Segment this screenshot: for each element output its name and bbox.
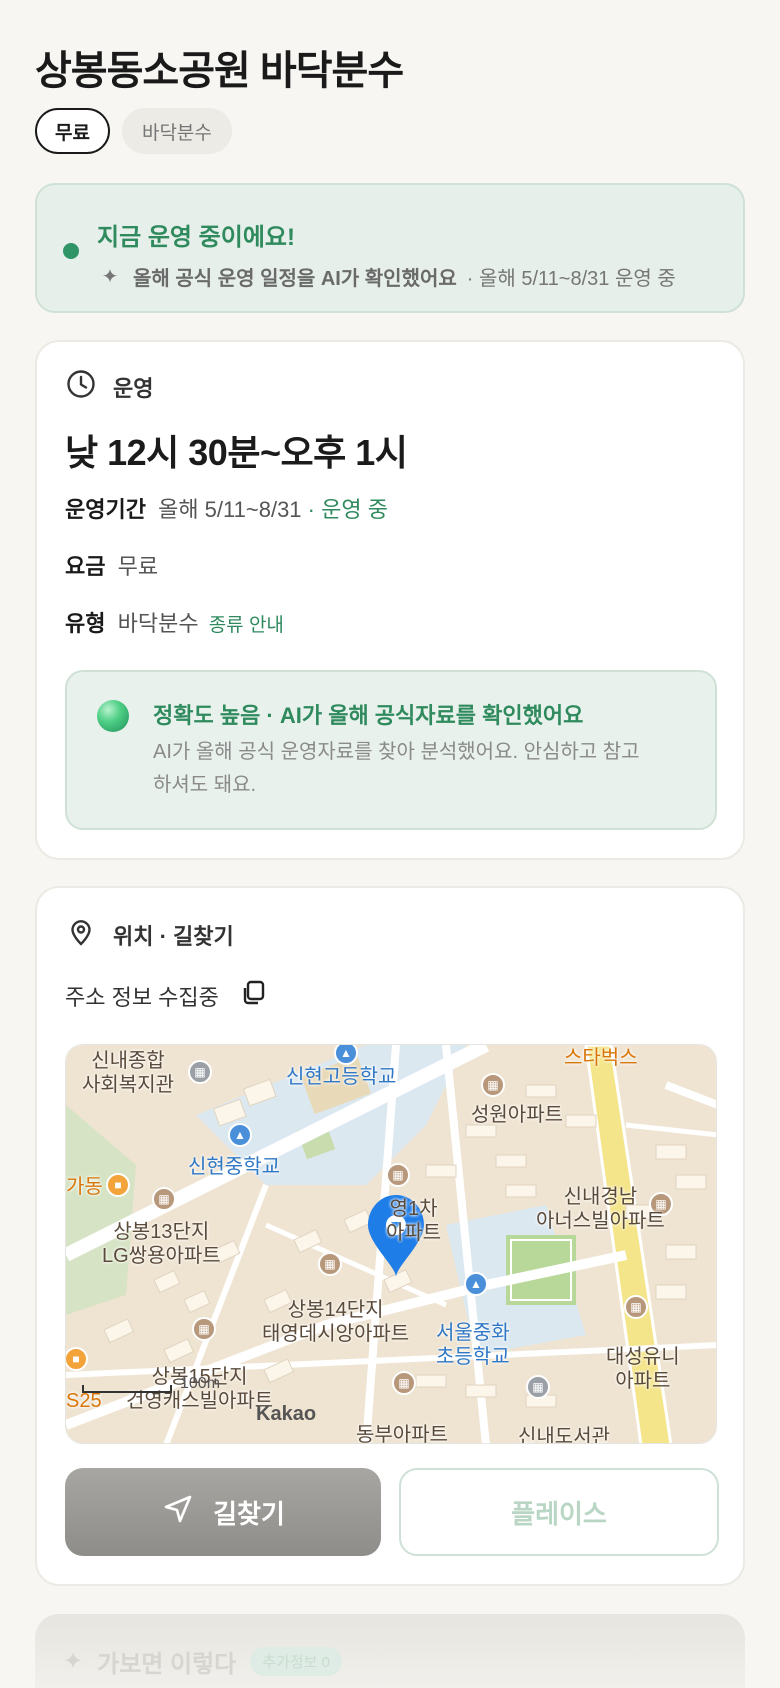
ai-orb-icon [97,700,129,732]
apartment-poi-icon: ▦ [392,1371,416,1395]
location-heading: 위치 · 길찾기 [65,916,234,954]
sparkle-icon: ✦ [63,1648,84,1675]
period-status: · 운영 중 [307,497,388,522]
scale-label: 100m [180,1375,221,1392]
ai-accuracy-description: AI가 올해 공식 운영자료를 찾아 분석했어요. 안심하고 참고하셔도 돼요. [153,741,640,796]
location-card: 위치 · 길찾기 주소 정보 수집중 ▦ ▲ ▦ ▲ ■ ▦ ▦ ▦ ▦ ▲ ▦… [35,886,745,1586]
scale-bar [82,1385,172,1393]
next-section-badge: 추가정보 0 [250,1647,342,1676]
tag-list: 무료 바닥분수 [35,108,232,154]
middle-school-poi-icon: ▲ [228,1123,252,1147]
apartment-poi-icon: ▦ [386,1163,410,1187]
status-period: · 올해 5/11~8/31 운영 중 [466,268,676,290]
fee-value: 무료 [117,554,159,579]
sparkle-icon: ✦ [101,266,119,288]
route-button[interactable]: 길찾기 [65,1468,381,1556]
fee-label: 요금 [65,554,106,579]
store-poi-icon: ■ [66,1347,88,1371]
map-label-gadong: 가동 [66,1176,103,1198]
operation-card: 운영 낮 12시 30분~오후 1시 운영기간 올해 5/11~8/31 · 운… [35,340,745,860]
map-scale: 100m [82,1375,220,1393]
place-button[interactable]: 플레이스 [399,1468,719,1556]
next-section-card: ✦ 가보면 이렇다 추가정보 0 [35,1614,745,1688]
tag-free[interactable]: 무료 [35,108,110,154]
map-label-dongbu: 동부아파트 [356,1424,448,1444]
map-label-welfare: 신내종합 사회복지관 [82,1050,174,1096]
clock-icon [65,368,97,406]
ai-accuracy-box: 정확도 높음 · AI가 올해 공식자료를 확인했어요 AI가 올해 공식 운영… [65,670,717,830]
map-label-apt1: 영1차 아파트 [386,1198,442,1244]
shopping-poi-icon: ■ [106,1173,130,1197]
status-ai-note: 올해 공식 운영 일정을 AI가 확인했어요 [133,268,457,290]
library-poi-icon: ▦ [526,1375,550,1399]
apartment-poi-icon: ▦ [192,1317,216,1341]
elementary-poi-icon: ▲ [464,1272,488,1296]
navigation-arrow-icon [161,1492,195,1533]
map-label-starbucks: 스타벅스 [564,1047,638,1069]
operation-heading-label: 운영 [113,376,154,401]
location-heading-label: 위치 · 길찾기 [113,924,234,949]
map-label-daesung: 대성유니 아파트 [606,1346,680,1392]
map-label-elementary: 서울중화 초등학교 [436,1322,510,1368]
operation-time: 낮 12시 30분~오후 1시 [65,432,408,473]
ai-accuracy-title: 정확도 높음 · AI가 올해 공식자료를 확인했어요 [153,703,584,728]
status-card: 지금 운영 중이에요! ✦ 올해 공식 운영 일정을 AI가 확인했어요 · 올… [35,183,745,313]
address-text: 주소 정보 수집중 [65,985,219,1010]
type-label: 유형 [65,611,106,636]
map-label-middle-school: 신현중학교 [188,1156,280,1178]
map-label-sangbong14: 상봉14단지 태영데시앙아파트 [262,1299,410,1345]
next-section-title: 가보면 이렇다 [97,1651,237,1678]
map-label-shinnae-gyeongnam: 신내경남 아너스빌아파트 [536,1186,665,1232]
address-row: 주소 정보 수집중 [65,978,269,1014]
operation-heading: 운영 [65,368,153,406]
page: 상봉동소공원 바닥분수 무료 바닥분수 지금 운영 중이에요! ✦ 올해 공식 … [0,0,780,1688]
apartment-poi-icon: ▦ [481,1073,505,1097]
map-view[interactable]: ▦ ▲ ▦ ▲ ■ ▦ ▦ ▦ ▦ ▲ ▦ ▦ ■ ▦ ▦ 신내종합 사회복지관… [65,1044,717,1444]
map-brand-logo: Kakao [256,1403,317,1425]
fee-row: 요금 무료 [65,549,158,581]
tag-type[interactable]: 바닥분수 [121,108,232,154]
next-section-heading: ✦ 가보면 이렇다 추가정보 0 [63,1644,342,1679]
period-value: 올해 5/11~8/31 [158,497,302,522]
welfare-poi-icon: ▦ [188,1060,212,1084]
apartment-poi-icon: ▦ [624,1295,648,1319]
place-button-label: 플레이스 [511,1498,607,1529]
map-label-library: 신내도서관 [518,1426,610,1444]
map-label-seongwon: 성원아파트 [471,1104,563,1126]
page-title: 상봉동소공원 바닥분수 [35,49,404,93]
route-button-label: 길찾기 [213,1498,285,1529]
apartment-poi-icon: ▦ [318,1252,342,1276]
status-dot [63,243,79,259]
type-value: 바닥분수 [117,611,199,636]
map-label-high-school: 신현고등학교 [286,1066,397,1088]
status-title: 지금 운영 중이에요! [97,224,295,251]
map-label-sangbong13: 상봉13단지 LG쌍용아파트 [102,1221,221,1267]
type-guide-link[interactable]: 종류 안내 [209,615,284,636]
apartment-poi-icon: ▦ [152,1187,176,1211]
copy-icon[interactable] [239,978,269,1014]
location-pin-icon [65,916,97,954]
status-subtitle: ✦ 올해 공식 운영 일정을 AI가 확인했어요 · 올해 5/11~8/31 … [97,262,676,291]
period-label: 운영기간 [65,497,146,522]
type-row: 유형 바닥분수 종류 안내 [65,606,284,638]
period-row: 운영기간 올해 5/11~8/31 · 운영 중 [65,492,388,524]
